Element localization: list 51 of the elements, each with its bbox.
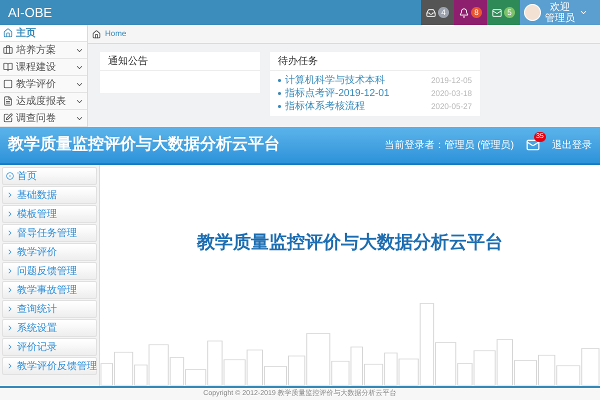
menu-item[interactable]: 问题反馈管理 bbox=[2, 262, 97, 280]
sidebar-item[interactable]: 主页 bbox=[0, 25, 87, 42]
chevron-right-icon bbox=[6, 362, 14, 370]
chevron-right-icon bbox=[6, 343, 14, 351]
menu-item[interactable]: 模板管理 bbox=[2, 205, 97, 223]
task-link[interactable]: 指标体系考核流程 bbox=[285, 100, 365, 113]
avatar-icon bbox=[524, 4, 541, 21]
breadcrumb-link[interactable]: Home bbox=[105, 28, 126, 40]
banner-title: 教学质量监控评价与大数据分析云平台 bbox=[197, 231, 503, 254]
card-title: 待办任务 bbox=[278, 54, 318, 68]
menu-item[interactable]: 评价记录 bbox=[2, 338, 97, 356]
task-link[interactable]: 计算机科学与技术本科 bbox=[285, 74, 385, 87]
menu-item[interactable]: 查询统计 bbox=[2, 300, 97, 318]
chevron-right-icon bbox=[6, 286, 14, 294]
mail-icon bbox=[526, 138, 540, 152]
login-info: 当前登录者：管理员 (管理员) bbox=[384, 138, 514, 152]
sidebar-item[interactable]: 达成度报表 bbox=[0, 93, 87, 110]
chevron-right-icon bbox=[6, 267, 14, 275]
sidebar-item[interactable]: 培养方案 bbox=[0, 42, 87, 59]
menu-item[interactable]: 基础数据 bbox=[2, 186, 97, 204]
logout-link[interactable]: 退出登录 bbox=[552, 138, 592, 152]
user-menu-button[interactable]: 欢迎 管理员 bbox=[520, 0, 600, 25]
chevron-right-icon bbox=[6, 324, 14, 332]
platform-title: 教学质量监控评价与大数据分析云平台 bbox=[8, 134, 280, 155]
circle-icon bbox=[6, 172, 14, 180]
task-date: 2020-05-27 bbox=[431, 101, 472, 113]
menu-item[interactable]: 教学评价反馈管理 bbox=[2, 357, 97, 375]
chevron-right-icon bbox=[6, 229, 14, 237]
task-link[interactable]: 指标点考评-2019-12-01 bbox=[285, 87, 390, 100]
sidebar-item[interactable]: 课程建设 bbox=[0, 59, 87, 76]
brand-logo-text[interactable]: AI-OBE bbox=[0, 0, 88, 25]
menu-item[interactable]: 教学评价 bbox=[2, 243, 97, 261]
chevron-right-icon bbox=[6, 191, 14, 199]
menu-item[interactable]: 教学事故管理 bbox=[2, 281, 97, 299]
home-icon bbox=[92, 30, 101, 38]
task-date: 2019-12-05 bbox=[431, 75, 472, 87]
menu-item[interactable]: 系统设置 bbox=[2, 319, 97, 337]
task-date: 2020-03-18 bbox=[431, 88, 472, 100]
chevron-right-icon bbox=[6, 305, 14, 313]
menu-item[interactable]: 督导任务管理 bbox=[2, 224, 97, 242]
user-name: 管理员 bbox=[545, 12, 575, 24]
menu-item[interactable]: 首页 bbox=[2, 167, 97, 185]
caret-icon bbox=[579, 8, 588, 17]
notification-button[interactable]: 5 bbox=[487, 0, 520, 25]
chevron-right-icon bbox=[6, 248, 14, 256]
notification-button[interactable]: 4 bbox=[421, 0, 454, 25]
chevron-right-icon bbox=[6, 210, 14, 218]
welcome-text: 欢迎 bbox=[549, 2, 571, 12]
card-title: 通知公告 bbox=[108, 54, 148, 68]
notification-button[interactable]: 8 bbox=[454, 0, 487, 25]
sidebar-item[interactable]: 教学评价 bbox=[0, 76, 87, 93]
